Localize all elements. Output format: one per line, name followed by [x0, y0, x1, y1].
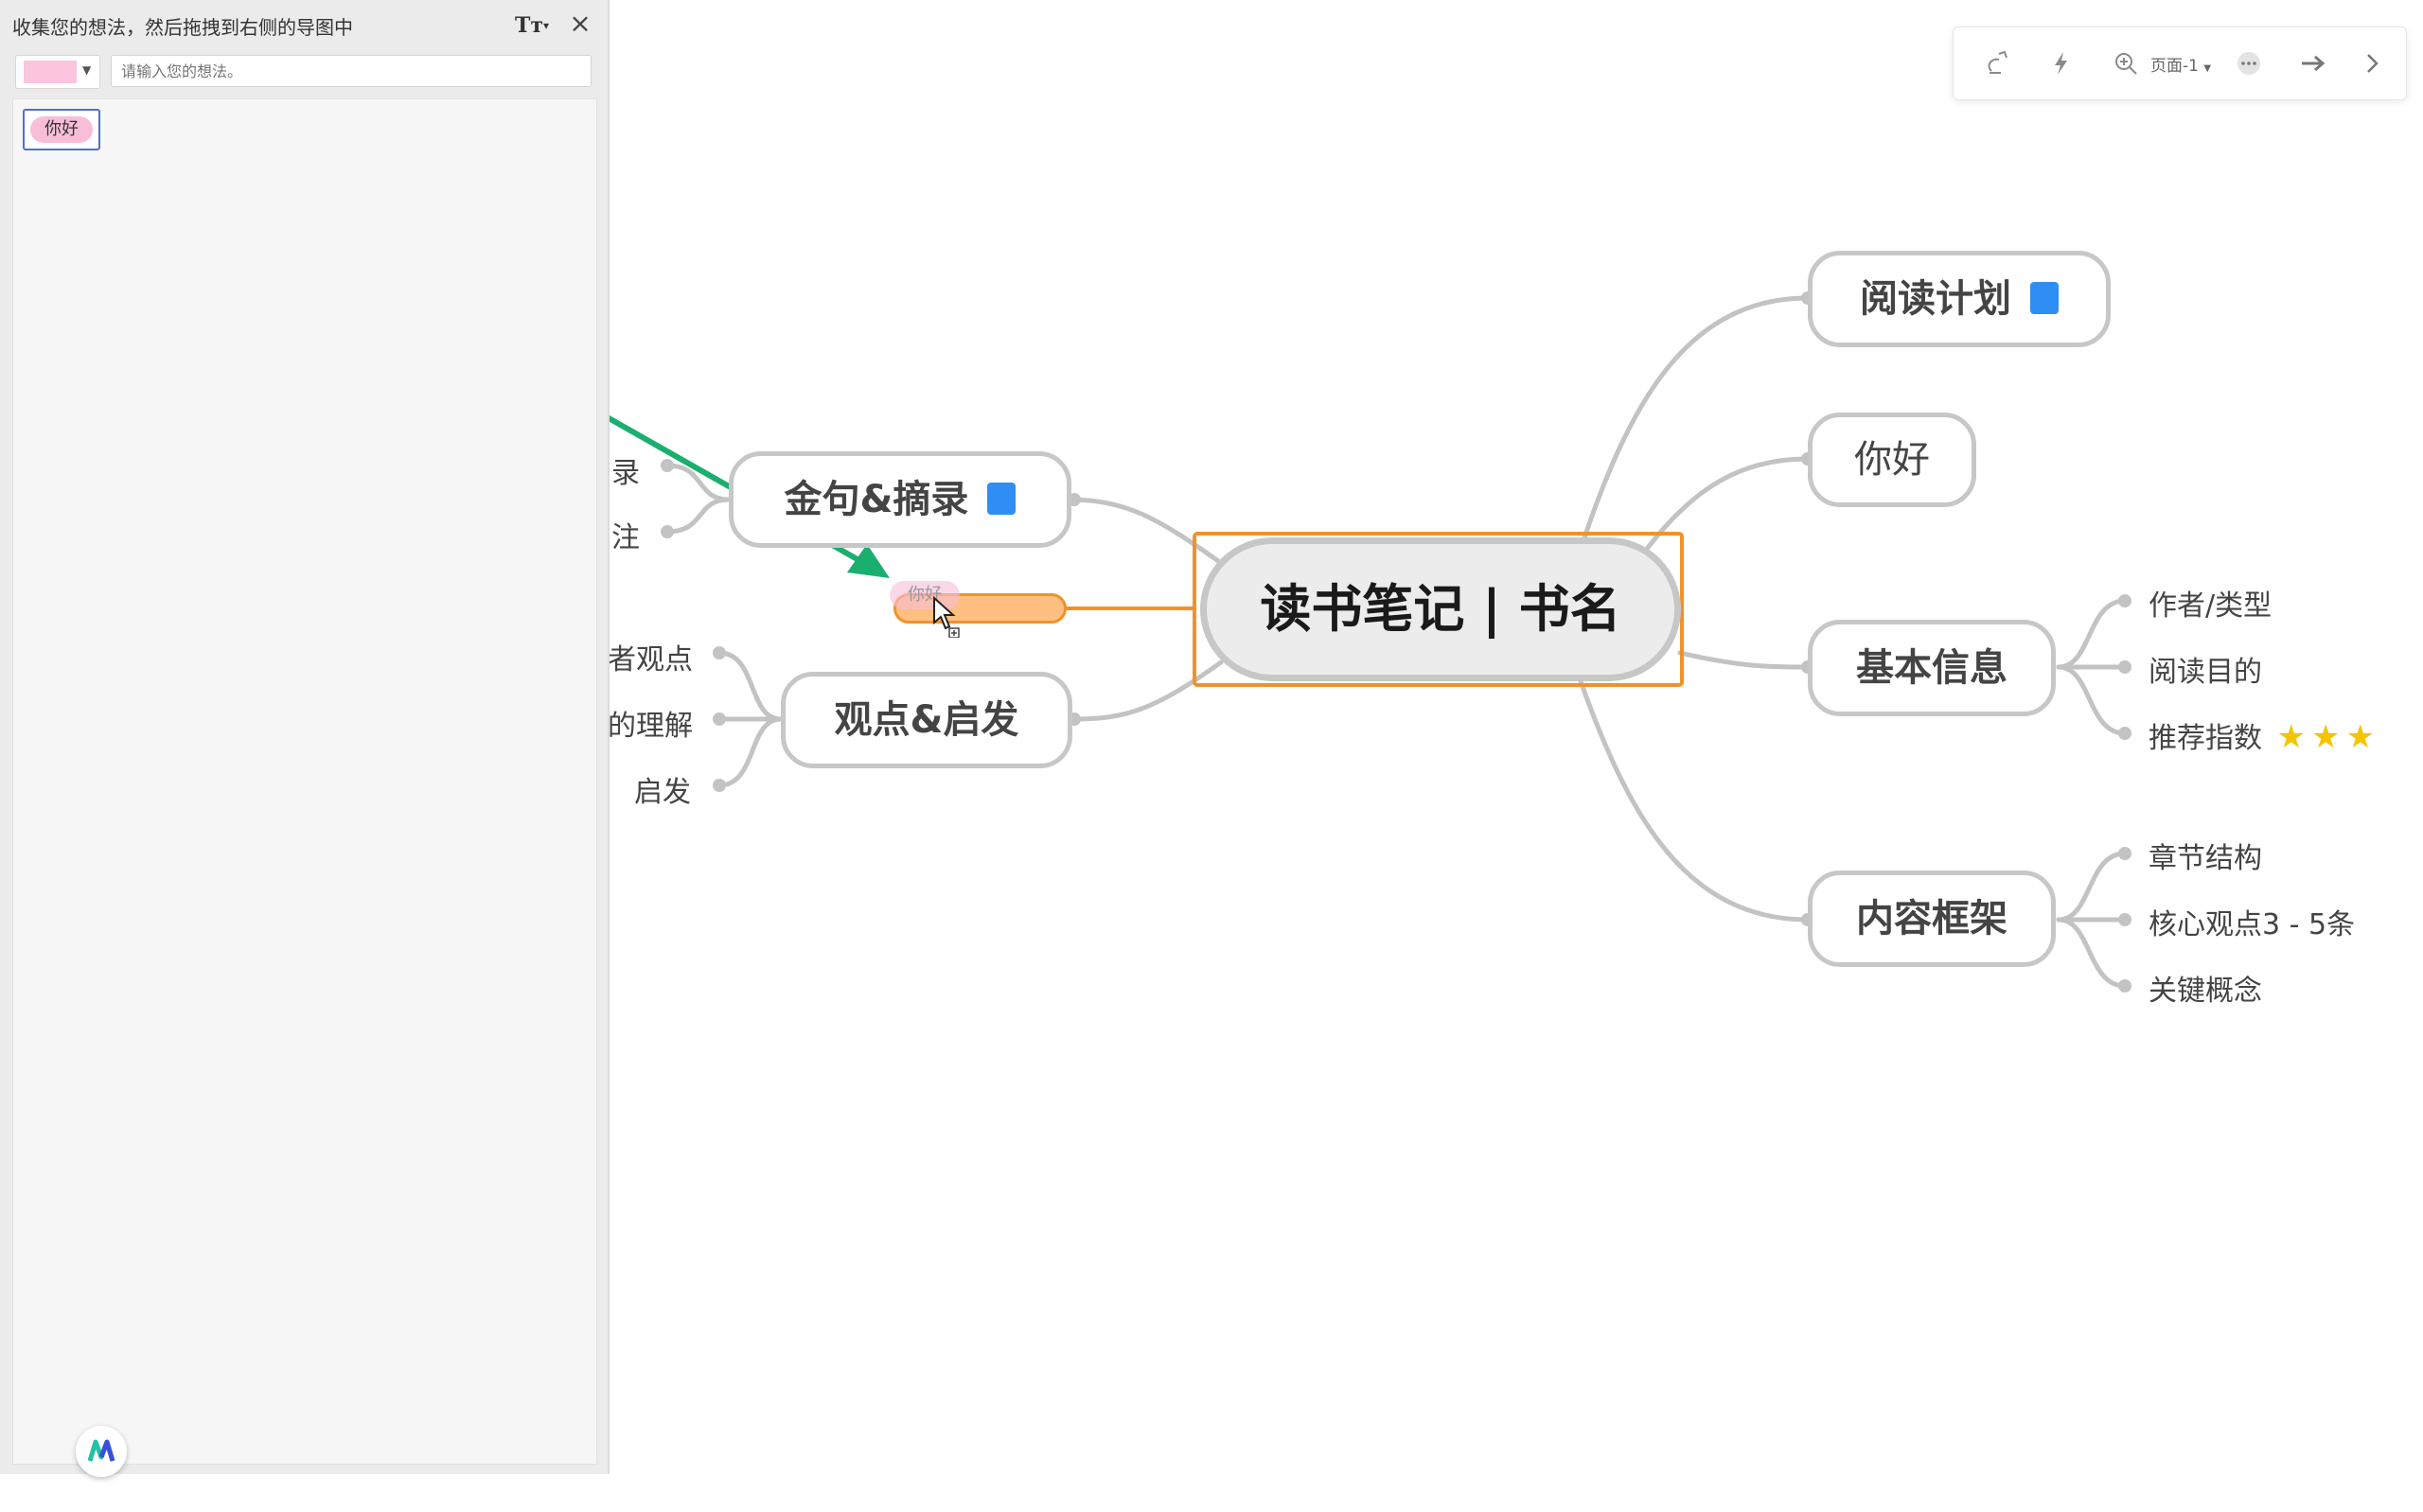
- topic-content-frame[interactable]: 内容框架: [1808, 870, 2056, 967]
- subtopic-chapter-structure[interactable]: 章节结构: [2149, 835, 2262, 876]
- zoom-in-icon[interactable]: [2111, 48, 2141, 79]
- chevron-right-icon[interactable]: [2361, 48, 2383, 79]
- connector-quotes: [1071, 497, 1224, 566]
- subtopic-excerpt[interactable]: 录: [611, 449, 640, 491]
- connector-content-frame: [1578, 678, 1811, 923]
- topic-nihao[interactable]: 你好: [1808, 413, 1976, 507]
- connector-reading-plan: [1578, 295, 1811, 552]
- arrow-right-icon[interactable]: [2296, 48, 2330, 79]
- topic-basic-info[interactable]: 基本信息: [1808, 620, 2056, 716]
- star-icon: ★: [2345, 718, 2375, 756]
- subtopic-reading-purpose[interactable]: 阅读目的: [2149, 648, 2262, 690]
- panel-title: 收集您的想法，然后拖拽到右侧的导图中: [12, 16, 353, 39]
- note-icon[interactable]: [2030, 282, 2059, 314]
- idea-item[interactable]: 你好: [23, 109, 100, 150]
- connector-viewpoints: [1071, 659, 1224, 722]
- topic-label: 观点&启发: [834, 698, 1019, 742]
- topic-quotes[interactable]: 金句&摘录: [729, 451, 1071, 548]
- idea-panel: 收集您的想法，然后拖拽到右侧的导图中 Tт▾ × ▼ 你好: [0, 0, 610, 1477]
- topic-viewpoints[interactable]: 观点&启发: [781, 672, 1072, 768]
- star-icon: ★: [2311, 718, 2341, 756]
- close-icon[interactable]: ×: [566, 9, 594, 38]
- app-logo-icon[interactable]: [76, 1426, 127, 1477]
- color-swatch: [24, 61, 77, 83]
- star-icon: ★: [2276, 718, 2307, 756]
- topic-label: 金句&摘录: [784, 478, 969, 521]
- central-topic-label: 读书笔记 | 书名: [1260, 579, 1621, 639]
- chevron-down-icon: ▼: [82, 63, 92, 77]
- font-size-button[interactable]: Tт▾: [515, 11, 553, 40]
- topic-label: 你好: [1854, 438, 1930, 482]
- idea-input[interactable]: [111, 55, 592, 87]
- topic-label: 基本信息: [1856, 646, 2007, 690]
- subtopic-author-type[interactable]: 作者/类型: [2149, 582, 2272, 624]
- subtopic-inspiration[interactable]: 启发: [634, 768, 691, 810]
- font-size-label: Tт: [515, 13, 544, 38]
- subtopic-annotation[interactable]: 注: [611, 514, 640, 555]
- more-icon[interactable]: [2234, 48, 2264, 79]
- topic-label: 内容框架: [1856, 897, 2007, 941]
- connector-basic-info: [1677, 650, 1811, 670]
- undo-icon[interactable]: [1982, 48, 2012, 79]
- topic-reading-plan[interactable]: 阅读计划: [1808, 251, 2111, 347]
- idea-item-label: 你好: [30, 116, 93, 143]
- subtopic-my-understanding[interactable]: 的理解: [608, 702, 693, 744]
- subtopic-author-view[interactable]: 者观点: [608, 636, 693, 677]
- subtopic-core-views[interactable]: 核心观点3 - 5条: [2149, 901, 2355, 942]
- color-picker[interactable]: ▼: [15, 55, 100, 89]
- note-icon[interactable]: [987, 483, 1017, 515]
- lightning-icon[interactable]: [2046, 48, 2077, 79]
- canvas-toolbar: 页面-1 ▼: [1953, 26, 2407, 100]
- cursor-icon: [933, 596, 960, 638]
- topic-label: 阅读计划: [1860, 277, 2011, 321]
- zoom-label: 页面-1: [2150, 57, 2199, 76]
- zoom-dropdown[interactable]: 页面-1 ▼: [2150, 52, 2211, 76]
- subtopic-label: 推荐指数: [2149, 722, 2262, 755]
- subtopic-key-concepts[interactable]: 关键概念: [2149, 967, 2262, 1009]
- subtopic-recommend-index[interactable]: 推荐指数 ★ ★ ★: [2149, 714, 2375, 756]
- idea-list: 你好: [12, 98, 597, 1465]
- central-topic[interactable]: 读书笔记 | 书名: [1200, 537, 1681, 681]
